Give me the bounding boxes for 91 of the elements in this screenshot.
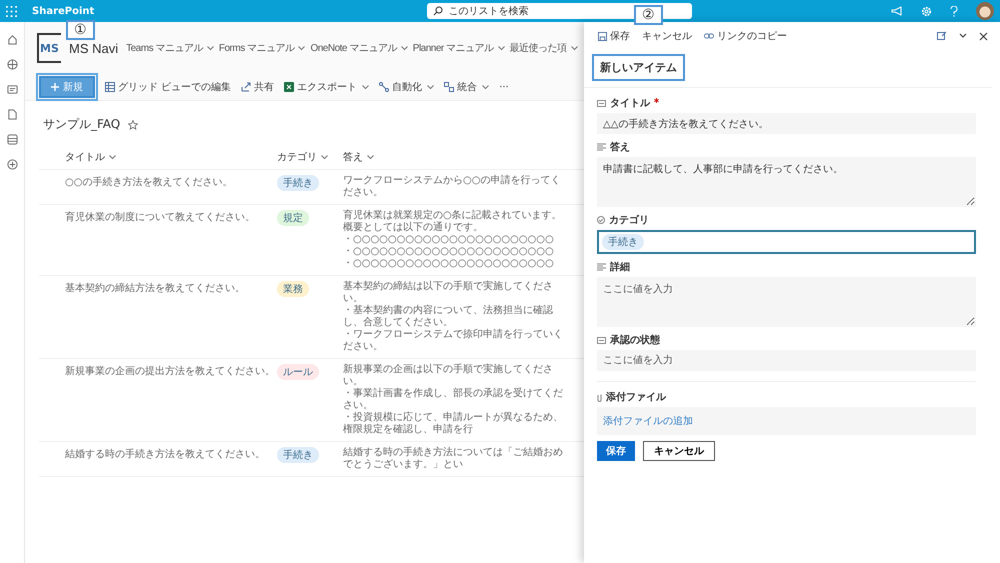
cancel-button[interactable]: キャンセル	[643, 441, 715, 461]
field-label: カテゴリ	[609, 214, 649, 227]
nav-link[interactable]: Planner マニュアル	[412, 41, 505, 55]
table-cell-text: 新規事業の企画の提出方法を教えてください。	[64, 364, 276, 379]
choice-field[interactable]: 手続き	[597, 230, 976, 254]
command-button[interactable]: 統合	[444, 80, 490, 94]
nav-link[interactable]: OneNote マニュアル	[310, 41, 408, 55]
spreadsheet-icon	[284, 82, 294, 92]
cancel-toolbar-button[interactable]: キャンセル	[642, 29, 692, 43]
chevron-down-icon	[498, 46, 505, 50]
link-icon	[704, 32, 714, 40]
app-launcher-icon[interactable]	[6, 6, 17, 16]
list-icon[interactable]	[6, 134, 18, 145]
chevron-down-icon[interactable]	[959, 33, 967, 39]
command-button[interactable]: 共有	[241, 80, 274, 94]
field-label: 添付ファイル	[606, 390, 666, 404]
table-cell-text: 基本契約の締結は以下の手順で実施してください。 ・基本契約書の内容について、法務担当に確認し、合意してください。 ・ワークフローシステムで捺印申請を行っていください。	[343, 281, 564, 353]
table-cell-text: ○○の手続き方法を教えてください。	[64, 176, 234, 190]
text-field-icon	[597, 100, 606, 106]
text-area[interactable]: ここに値を入力	[597, 277, 976, 327]
text-field-icon	[597, 336, 606, 344]
required-asterisk-icon	[654, 98, 659, 103]
table-cell-text: ワークフローシステムから○○の申請を行ってください。	[343, 175, 562, 199]
chevron-down-icon	[298, 46, 306, 50]
megaphone-icon[interactable]	[891, 6, 903, 16]
news-icon[interactable]	[6, 84, 18, 95]
table-cell-text: 育児休業は就業規定の○条に記載されています。 概要としては以下の通りです。 ・○○○○○○○○○○○○○○○○○○○○○○○ ・○○○○○○○○○○○○○○○○○○○○○○○ ・○○○○○○○○○○○○○○○○○○○○○○○	[343, 210, 563, 270]
site-logo[interactable]: MS	[37, 33, 61, 63]
star-icon[interactable]	[128, 120, 138, 130]
category-tag: ルール	[277, 364, 319, 380]
field-label: タイトル	[610, 97, 650, 110]
chevron-down-icon	[367, 154, 374, 160]
text-field[interactable]: ここに値を入力	[597, 350, 976, 371]
save-button[interactable]: 保存	[597, 441, 635, 461]
category-tag: 業務	[277, 281, 309, 297]
chevron-down-icon	[321, 154, 328, 160]
help-icon[interactable]	[950, 6, 958, 16]
table-cell-text: 基本契約の締結方法を教えてください。	[64, 282, 246, 296]
table-cell-text: 結婚する時の手続き方法については「ご結婚おめでとうございます。」とい	[343, 447, 564, 471]
callout: ①	[66, 20, 95, 40]
choice-icon	[597, 216, 605, 224]
share-icon	[241, 82, 252, 92]
chevron-down-icon	[400, 46, 408, 50]
text-area[interactable]: 申請書に記載して、人事部に申請を行ってください。	[597, 157, 976, 207]
avatar-icon[interactable]	[976, 2, 994, 20]
nav-link[interactable]: 最近使った項	[510, 41, 578, 55]
plus-icon	[51, 83, 59, 91]
add-attachment-link[interactable]: 添付ファイルの追加	[603, 416, 693, 427]
nav-link[interactable]: Forms マニュアル	[218, 41, 306, 55]
document-icon[interactable]	[6, 109, 18, 120]
field-label: 承認の状態	[610, 334, 660, 347]
text-field[interactable]: △△の手続き方法を教えてください。	[597, 113, 976, 134]
home-icon[interactable]	[6, 34, 18, 45]
category-tag: 手続き	[277, 447, 319, 463]
field-label: 答え	[610, 140, 630, 154]
globe-icon[interactable]	[6, 59, 18, 70]
lines-icon	[597, 143, 606, 151]
save-toolbar-button[interactable]: 保存	[598, 29, 630, 43]
chevron-down-icon	[570, 46, 578, 50]
chevron-down-icon	[109, 154, 116, 160]
category-tag: 手続き	[277, 175, 319, 191]
table-cell-text: 結婚する時の手続き方法を教えてください。	[64, 448, 266, 462]
column-header[interactable]: タイトル	[65, 150, 105, 164]
edit-form-icon[interactable]	[937, 31, 947, 41]
more-button[interactable]: ···	[499, 82, 509, 92]
grid-icon	[105, 82, 115, 92]
save-icon	[598, 32, 607, 40]
panel-title: 新しいアイテム	[592, 54, 685, 81]
callout: ②	[634, 5, 663, 25]
close-icon[interactable]	[979, 32, 988, 40]
table-cell-text: 育児休業の制度について教えてください。	[64, 210, 256, 225]
flow-icon	[379, 82, 390, 92]
list-title: サンプル_FAQ	[43, 116, 120, 133]
category-tag: 規定	[277, 210, 309, 226]
field-label: 詳細	[610, 260, 630, 274]
command-button[interactable]: グリッド ビューでの編集	[105, 80, 232, 94]
paperclip-icon	[597, 392, 602, 402]
column-header[interactable]: カテゴリ	[277, 150, 317, 164]
lines-icon	[597, 263, 606, 271]
search-icon	[433, 6, 444, 16]
column-header[interactable]: 答え	[343, 150, 363, 164]
settings-icon[interactable]	[921, 6, 932, 16]
nav-link[interactable]: Teams マニュアル	[126, 41, 214, 55]
copy-link-button[interactable]: リンクのコピー	[704, 29, 787, 43]
chevron-down-icon	[206, 46, 214, 50]
integrate-icon	[444, 82, 454, 92]
command-button[interactable]: エクスポート	[284, 80, 370, 94]
command-button[interactable]: 自動化	[379, 80, 434, 94]
add-icon[interactable]	[6, 159, 18, 170]
site-name[interactable]: MS Navi	[69, 40, 118, 56]
table-cell-text: 新規事業の企画は以下の手順で実施してください。 ・事業計画書を作成し、部長の承認を受けてください。 ・投資規模に応じて、申請ルートが異なるため、権限規定を確認し、申請を行	[343, 364, 564, 436]
